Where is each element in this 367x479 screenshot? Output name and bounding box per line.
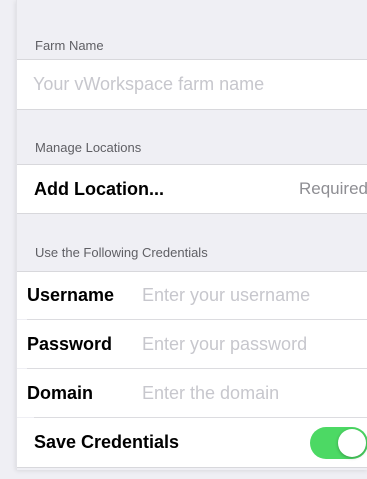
credentials-header: Use the Following Credentials (35, 245, 208, 260)
username-label: Username (27, 285, 115, 305)
settings-panel: Farm Name Your vWorkspace farm name Mana… (16, 0, 367, 470)
manage-locations-header: Manage Locations (35, 140, 142, 155)
save-credentials-toggle[interactable] (310, 426, 367, 459)
password-row[interactable]: Password Enter your password (17, 320, 367, 368)
farm-name-header: Farm Name (35, 38, 104, 53)
username-input[interactable]: Enter your username (142, 285, 310, 306)
password-input[interactable]: Enter your password (142, 334, 307, 355)
domain-input[interactable]: Enter the domain (142, 383, 279, 404)
domain-label: Domain (27, 382, 94, 403)
domain-row[interactable]: Domain Enter the domain (17, 369, 367, 417)
save-credentials-row: Save Credentials (17, 418, 367, 468)
password-label: Password (27, 333, 113, 354)
toggle-knob[interactable] (338, 428, 366, 457)
farm-name-field[interactable]: Your vWorkspace farm name (17, 59, 367, 110)
required-label: Required (299, 179, 367, 198)
farm-name-placeholder: Your vWorkspace farm name (33, 74, 265, 94)
add-location-label: Add Location... (34, 178, 164, 199)
save-credentials-label: Save Credentials (34, 432, 180, 452)
username-row[interactable]: Username Enter your username (17, 271, 367, 319)
add-location-row[interactable]: Add Location... Required (17, 164, 367, 214)
